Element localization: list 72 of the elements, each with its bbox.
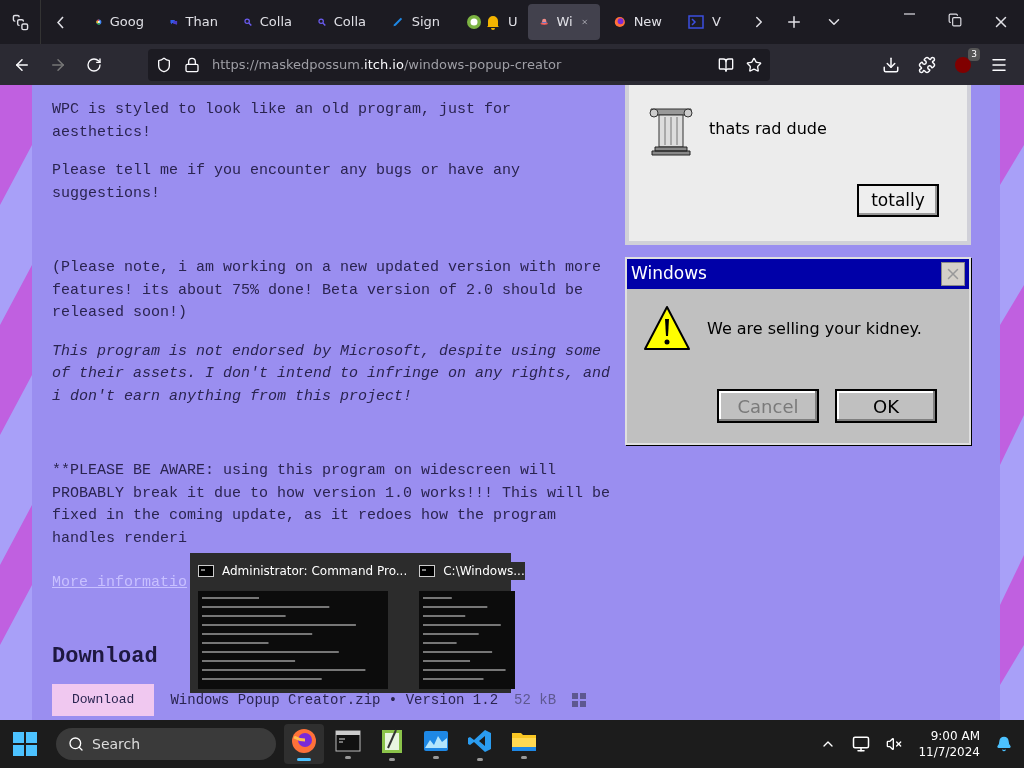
reload-icon xyxy=(86,56,102,73)
terminal-icon xyxy=(335,729,361,752)
tab-title: Wi xyxy=(556,13,573,32)
lock-icon xyxy=(184,56,200,73)
file-size: 52 kB xyxy=(514,690,557,710)
chat-bubble-icon xyxy=(466,14,482,30)
paragraph: (Please note, i am working on a new updated version with more features! its about 75% done! Beta version of 2.0 should be released soon!) xyxy=(52,258,603,323)
tab-title: V xyxy=(712,13,721,32)
mute-icon[interactable] xyxy=(886,736,903,752)
extension-count-badge: 3 xyxy=(968,47,980,61)
dialog-message: We are selling your kidney. xyxy=(707,318,922,340)
tab-title: U xyxy=(508,13,518,32)
minimize-icon xyxy=(903,13,915,15)
bookmark-star-icon[interactable] xyxy=(746,56,762,73)
extensions-icon[interactable] xyxy=(918,55,936,74)
browser-tab[interactable]: Than xyxy=(158,4,230,40)
browser-tab[interactable]: Sign xyxy=(380,4,452,40)
browser-tab[interactable]: Colla xyxy=(306,4,378,40)
warning-icon xyxy=(643,305,691,351)
browser-tab[interactable]: Wi xyxy=(528,4,600,40)
dialog-message: thats rad dude xyxy=(709,118,827,140)
paragraph: This program is not endorsed by Microsoft, despite using some of their assets. I don't intend to infringe on any rights, and i don't earn anything from this project! xyxy=(52,341,612,407)
file-name: Windows Popup Creator.zip • Version 1.2 xyxy=(170,690,499,710)
browser-tab[interactable]: U xyxy=(454,4,526,40)
tab-title: New xyxy=(633,13,662,32)
paragraph: Please tell me if you encounter any bugs or have any suggestions! xyxy=(52,161,522,204)
network-icon[interactable] xyxy=(852,735,871,753)
windows-icon xyxy=(572,693,587,707)
notepad-icon xyxy=(381,727,403,754)
vscode-icon xyxy=(467,727,493,754)
firefox-icon xyxy=(291,727,317,754)
browser-tab[interactable]: Goog xyxy=(84,4,156,40)
start-icon[interactable] xyxy=(12,731,38,757)
window-title: Windows xyxy=(631,262,707,286)
terminal-icon xyxy=(198,565,214,577)
firefox-icon xyxy=(614,14,626,30)
download-icon[interactable] xyxy=(882,55,900,74)
tabs-icon xyxy=(11,13,29,31)
dialog-button[interactable]: OK xyxy=(835,389,937,423)
search-placeholder: Search xyxy=(92,734,141,754)
tab-title: Sign xyxy=(411,13,440,32)
browser-tab[interactable]: Colla xyxy=(232,4,304,40)
dialog-button[interactable]: totally xyxy=(857,184,939,217)
paragraph: **PLEASE BE AWARE: using this program on widescreen will PROBABLY break it due to how version 1.0 works!!! This will be fixed in the coming update, as it redoes how the program handles renderi xyxy=(52,461,612,549)
preview-window-title: C:\Windows... xyxy=(443,562,525,580)
taskbar-app[interactable] xyxy=(284,724,324,764)
search-icon xyxy=(68,736,84,752)
tab-title: Colla xyxy=(333,13,366,32)
column-icon xyxy=(649,105,693,157)
image-icon xyxy=(423,729,449,752)
code-icon xyxy=(688,14,704,30)
restore-icon xyxy=(948,13,962,27)
bell-icon[interactable] xyxy=(996,736,1012,752)
paragraph: WPC is styled to look like an old program, just for aesthetics! xyxy=(52,100,513,143)
url-text: https://maskedpossum.itch.io/windows-popup-creator xyxy=(212,55,562,74)
tab-title: Goog xyxy=(109,13,144,32)
download-button[interactable]: Download xyxy=(52,684,155,716)
chevron-left-icon xyxy=(57,15,64,29)
browser-tab[interactable]: V xyxy=(676,4,744,40)
tab-title: Colla xyxy=(259,13,292,32)
shield-icon xyxy=(156,56,172,73)
address-bar[interactable]: https://maskedpossum.itch.io/windows-popup-creator xyxy=(148,48,770,81)
search-field[interactable]: Search xyxy=(56,728,276,760)
reader-view-icon[interactable] xyxy=(718,56,734,73)
clock-time: 9:00 AM xyxy=(930,728,980,744)
bell-icon xyxy=(486,14,500,30)
download-heading: Download xyxy=(52,645,159,668)
plus-icon xyxy=(785,13,803,31)
clock-date: 11/7/2024 xyxy=(918,744,980,760)
tab-title: Than xyxy=(185,13,218,32)
terminal-icon xyxy=(419,565,436,577)
browser-tab[interactable]: New xyxy=(602,4,674,40)
